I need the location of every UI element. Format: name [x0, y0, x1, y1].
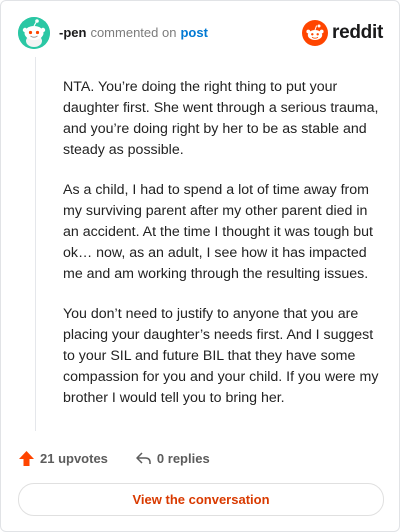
comment-paragraph: As a child, I had to spend a lot of time… — [63, 182, 373, 282]
comment-paragraph: You don’t need to justify to anyone that… — [63, 306, 379, 406]
upvote-arrow-icon — [19, 451, 34, 466]
snoo-avatar-icon — [18, 17, 50, 49]
post-link[interactable]: post — [180, 25, 207, 41]
replies-button[interactable]: 0 replies — [135, 450, 210, 467]
username[interactable]: -pen — [59, 25, 86, 41]
comment-body: NTA. You’re doing the right thing to put… — [63, 77, 383, 428]
comment-paragraph: NTA. You’re doing the right thing to put… — [63, 79, 379, 158]
comment-actions: 21 upvotes 0 replies — [18, 450, 210, 467]
avatar[interactable] — [18, 17, 50, 49]
reddit-wordmark: reddit — [332, 22, 383, 43]
comment-meta: -pen commented on post — [59, 25, 208, 41]
view-conversation-button[interactable]: View the conversation — [18, 483, 384, 516]
reddit-brand[interactable]: reddit — [302, 20, 383, 46]
thread-line — [35, 57, 36, 431]
upvote-button[interactable]: 21 upvotes — [18, 450, 108, 467]
reply-arrow-icon — [136, 452, 151, 464]
upvote-count: 21 upvotes — [40, 451, 108, 466]
comment-card: -pen commented on post reddit NTA. You’r… — [0, 0, 400, 532]
comment-header: -pen commented on post — [18, 17, 208, 49]
reddit-snoo-icon — [302, 20, 329, 46]
commented-on-text: commented on — [90, 25, 177, 40]
replies-count: 0 replies — [156, 451, 210, 466]
